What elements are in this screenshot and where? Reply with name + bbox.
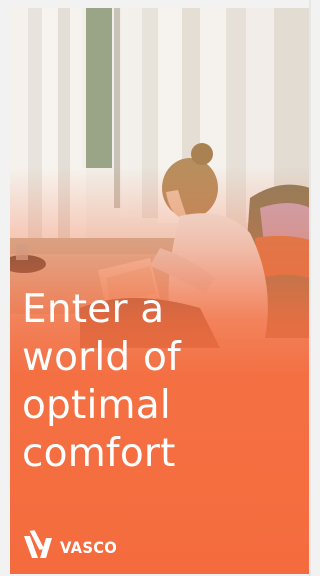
brand-name: VASCO [60, 537, 118, 557]
brand-logo: VASCO [22, 528, 122, 560]
headline-line: optimal [22, 383, 171, 428]
hero-headline: Enter a world of optimal comfort [22, 286, 292, 478]
vasco-logo-icon [24, 530, 52, 558]
headline-line: world of [22, 335, 181, 380]
promo-banner[interactable]: Enter a world of optimal comfort VASCO [10, 8, 310, 574]
headline-line: comfort [22, 431, 176, 476]
frame-edge [309, 0, 311, 576]
headline-line: Enter a [22, 287, 165, 332]
